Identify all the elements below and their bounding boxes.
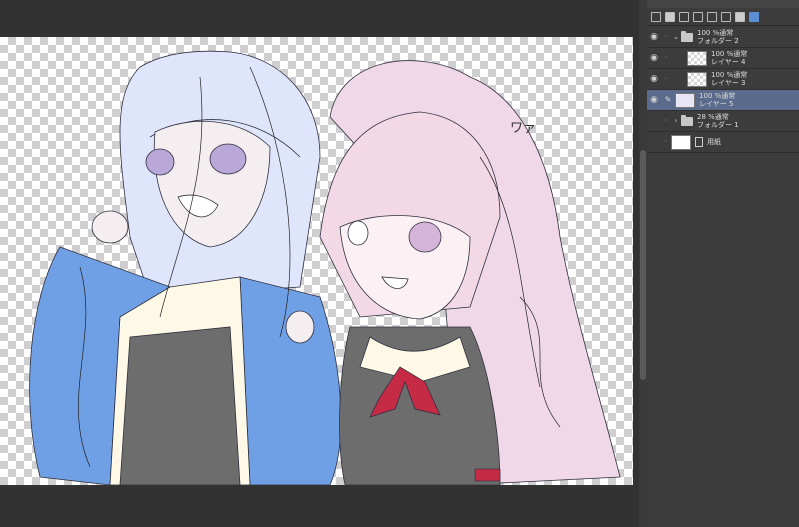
folder-icon <box>681 114 693 126</box>
layer-row-layer5[interactable]: ◉ ✎ 100 %通常 レイヤー 5 <box>647 90 799 111</box>
layer-row-folder1[interactable]: · › 28 %通常 フォルダー 1 <box>647 111 799 132</box>
lock-icon[interactable]: · <box>661 33 671 41</box>
layer-name: フォルダー 2 <box>697 37 739 45</box>
layer-row-paper[interactable]: · 用紙 <box>647 132 799 153</box>
folder-expand-chevron-down-icon[interactable]: ⌄ <box>671 33 681 41</box>
layer-panel: ◉ · ⌄ 100 %通常 フォルダー 2 ◉ · 100 %通常 レイヤー 4… <box>647 0 799 527</box>
layer-toolbar <box>647 9 799 26</box>
folder-expand-chevron-right-icon[interactable]: › <box>671 117 681 125</box>
drawing-canvas[interactable]: ワァ <box>0 37 633 485</box>
pen-edit-icon: ✎ <box>664 95 672 104</box>
layer-name: レイヤー 5 <box>699 100 734 108</box>
lock-icon[interactable]: · <box>661 138 671 146</box>
layer-name: フォルダー 1 <box>697 121 739 129</box>
layer-name: 用紙 <box>707 138 721 146</box>
scrollbar-thumb[interactable] <box>640 150 646 380</box>
visibility-eye-icon[interactable]: ◉ <box>647 75 661 84</box>
lock-icon[interactable]: · <box>661 54 671 62</box>
layer-thumbnail <box>687 50 707 66</box>
layer-opacity-blend: 100 %通常 <box>697 29 734 37</box>
layer-thumbnail <box>671 134 691 150</box>
layer-row-folder2[interactable]: ◉ · ⌄ 100 %通常 フォルダー 2 <box>647 27 799 48</box>
layer-thumbnail <box>675 92 695 108</box>
layer-row-layer3[interactable]: ◉ · 100 %通常 レイヤー 3 <box>647 69 799 90</box>
vertical-scrollbar[interactable] <box>639 0 647 527</box>
layer-list: ◉ · ⌄ 100 %通常 フォルダー 2 ◉ · 100 %通常 レイヤー 4… <box>647 27 799 153</box>
layer-opacity-blend: 28 %通常 <box>697 113 729 121</box>
artwork: ワァ <box>29 50 621 485</box>
new-folder-icon[interactable] <box>693 12 703 22</box>
visibility-eye-icon[interactable]: ◉ <box>647 33 661 42</box>
lock-icon[interactable]: · <box>661 117 671 125</box>
new-raster-layer-icon[interactable] <box>665 12 675 22</box>
layer-opacity-blend: 100 %通常 <box>699 92 736 100</box>
layer-panel-menu-icon[interactable] <box>651 12 661 22</box>
lock-icon[interactable]: · <box>661 75 671 83</box>
visibility-eye-icon[interactable]: ◉ <box>647 96 661 105</box>
layer-opacity-blend: 100 %通常 <box>711 71 748 79</box>
layer-panel-top-strip <box>647 0 799 8</box>
layer-thumbnail <box>687 71 707 87</box>
canvas-area[interactable]: ワァ <box>0 0 639 527</box>
paper-icon <box>695 137 703 147</box>
new-vector-layer-icon[interactable] <box>679 12 689 22</box>
mask-icon[interactable] <box>735 12 745 22</box>
layer-row-layer4[interactable]: ◉ · 100 %通常 レイヤー 4 <box>647 48 799 69</box>
layer-name: レイヤー 4 <box>711 58 746 66</box>
visibility-eye-icon[interactable]: ◉ <box>647 54 661 63</box>
transfer-layer-icon[interactable] <box>707 12 717 22</box>
layer-name: レイヤー 3 <box>711 79 746 87</box>
delete-layer-icon[interactable] <box>749 12 759 22</box>
scribble-text: ワァ <box>510 121 536 136</box>
folder-icon <box>681 30 693 42</box>
layer-opacity-blend: 100 %通常 <box>711 50 748 58</box>
merge-layer-icon[interactable] <box>721 12 731 22</box>
